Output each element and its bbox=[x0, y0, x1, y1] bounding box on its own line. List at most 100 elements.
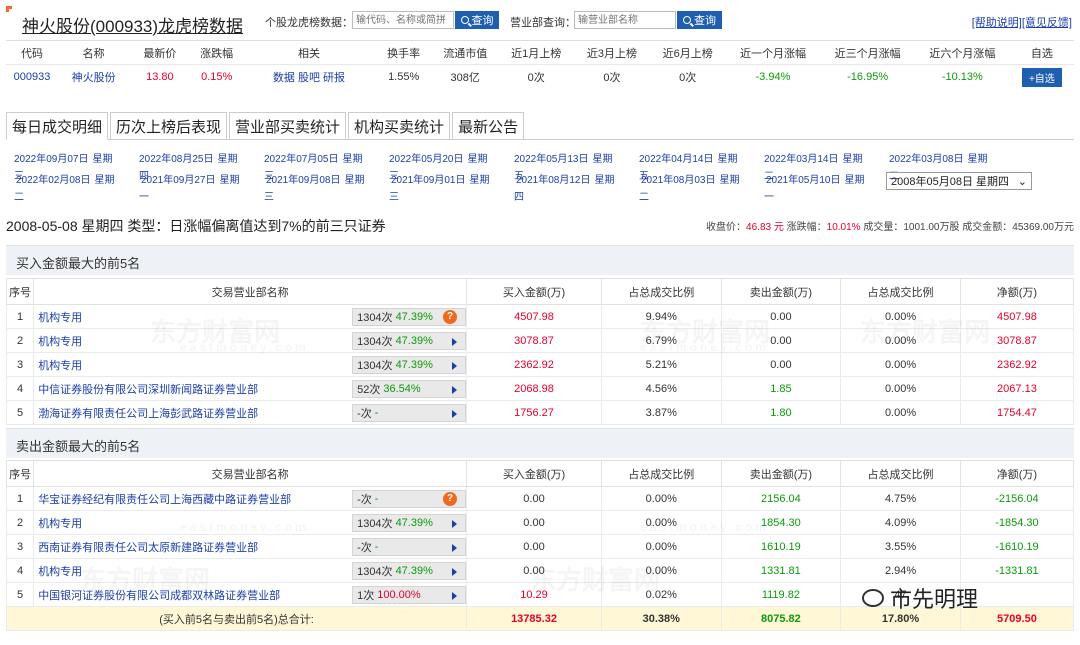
dept-name-link[interactable]: 机构专用 bbox=[38, 563, 82, 579]
dept-history-toggle[interactable]: 1304次 47.39% bbox=[352, 561, 467, 580]
arrow-right-icon bbox=[452, 409, 458, 418]
stock-code[interactable]: 000933 bbox=[6, 71, 58, 83]
related-report-link[interactable]: 研报 bbox=[323, 72, 345, 84]
dept-count: 1304次 bbox=[357, 311, 393, 324]
net-amount: 2362.92 bbox=[959, 352, 1075, 377]
date-link[interactable]: 2021年05月10日 星期 bbox=[766, 175, 865, 187]
dept-stats: 1304次 47.39% bbox=[352, 513, 467, 532]
date-link-weekday: 星期 bbox=[217, 154, 238, 165]
date-link[interactable]: 2022年02月08日 星期 bbox=[16, 175, 115, 187]
sell-section-title: 卖出金额最大的前5名 bbox=[6, 428, 1074, 458]
dept-cell: 西南证券有限责任公司太原新建路证券营业部 -次 - bbox=[33, 534, 468, 559]
related-guba-link[interactable]: 股吧 bbox=[298, 72, 320, 84]
related-data-link[interactable]: 数据 bbox=[273, 72, 295, 84]
dept-name-link[interactable]: 机构专用 bbox=[38, 357, 82, 373]
buy-ratio: 5.21% bbox=[600, 352, 722, 377]
date-link[interactable]: 2022年03月14日 星期 bbox=[764, 154, 863, 166]
dept-rise-rate: - bbox=[374, 540, 379, 553]
dept-history-toggle[interactable]: -次 -? bbox=[352, 489, 467, 508]
date-link[interactable]: 2022年09月07日 星期 bbox=[14, 154, 113, 166]
dept-name-link[interactable]: 中信证券股份有限公司深圳新闻路证券营业部 bbox=[38, 381, 258, 397]
tab-4[interactable]: 最新公告 bbox=[452, 112, 525, 139]
dept-name-link[interactable]: 中国银河证券股份有限公司成都双林路证券营业部 bbox=[38, 587, 280, 603]
row-index: 2 bbox=[5, 510, 35, 535]
table-row: 3 西南证券有限责任公司太原新建路证券营业部 -次 -0.00 0.00% 1610.19… bbox=[5, 534, 1075, 559]
dept-name-link[interactable]: 华宝证券经纪有限责任公司上海西藏中路证券营业部 bbox=[38, 491, 291, 507]
table-row: 2 机构专用 1304次 47.39% 3078.87 6.79% 0.00 0.00% 307… bbox=[5, 328, 1075, 353]
total-buy-ratio: 30.38% bbox=[600, 606, 722, 631]
table-row: 1 机构专用 1304次 47.39%? 4507.98 9.94% 0.00 0.00% 45… bbox=[5, 304, 1075, 329]
stock-info-col-header: 近三个月涨幅 bbox=[834, 47, 901, 60]
column-header: 净额(万) bbox=[959, 278, 1075, 305]
dept-history-toggle[interactable]: 1次 100.00% bbox=[352, 585, 467, 604]
dept-stats: -次 - bbox=[352, 537, 467, 556]
dept-history-toggle[interactable]: 1304次 47.39% bbox=[352, 355, 467, 374]
table-row: 1 华宝证券经纪有限责任公司上海西藏中路证券营业部 -次 -? 0.00 0.00% 215… bbox=[5, 486, 1075, 511]
date-link-weekday: 星期 bbox=[594, 175, 615, 186]
date-link-wrap: 二 bbox=[639, 192, 649, 203]
wechat-icon bbox=[862, 589, 884, 607]
brand-corner-icon bbox=[6, 6, 12, 12]
date-link[interactable]: 2021年09月27日 星期 bbox=[141, 175, 240, 187]
date-select-value: 2008年05月08日 星期四 bbox=[891, 176, 1009, 188]
sell-amount: 0.00 bbox=[720, 304, 842, 329]
dept-stats: -次 -? bbox=[352, 489, 467, 508]
dept-cell: 渤海证券有限责任公司上海彭武路证券营业部 -次 - bbox=[33, 400, 468, 425]
stock-search-input[interactable] bbox=[352, 11, 454, 29]
add-watchlist-button[interactable]: +自选 bbox=[1021, 67, 1062, 87]
dept-history-toggle[interactable]: 1304次 47.39% bbox=[352, 513, 467, 532]
net-amount: -1854.30 bbox=[959, 510, 1075, 535]
help-icon[interactable]: ? bbox=[443, 491, 458, 506]
buy-ratio: 3.87% bbox=[600, 400, 722, 425]
tab-0[interactable]: 每日成交明细 bbox=[6, 112, 109, 140]
date-link[interactable]: 2022年03月08日 星期 bbox=[889, 154, 988, 166]
dept-name-link[interactable]: 机构专用 bbox=[38, 333, 82, 349]
dept-query-button[interactable]: 查询 bbox=[677, 11, 722, 29]
date-link-wrap: 二 bbox=[14, 192, 24, 203]
sell-amount: 1119.82 bbox=[720, 582, 842, 607]
date-link[interactable]: 2021年08月03日 星期 bbox=[641, 175, 740, 187]
dept-name-link[interactable]: 机构专用 bbox=[38, 309, 82, 325]
date-link[interactable]: 2021年09月08日 星期 bbox=[266, 175, 365, 187]
date-link[interactable]: 2022年04月14日 星期 bbox=[639, 154, 738, 166]
dept-count: 1304次 bbox=[357, 565, 393, 578]
date-link[interactable]: 2022年05月20日 星期 bbox=[389, 154, 488, 166]
date-link-weekday: 星期 bbox=[719, 175, 740, 186]
date-select[interactable]: 2008年05月08日 星期四 ⌄ bbox=[886, 172, 1032, 190]
dept-name-link[interactable]: 机构专用 bbox=[38, 515, 82, 531]
date-link[interactable]: 2021年09月01日 星期 bbox=[391, 175, 490, 187]
dept-history-toggle[interactable]: 1304次 47.39%? bbox=[352, 307, 467, 326]
dept-cell-wrap: 机构专用 1304次 47.39% bbox=[38, 331, 467, 350]
dept-search-input[interactable] bbox=[574, 11, 676, 29]
tab-2[interactable]: 营业部买卖统计 bbox=[229, 112, 347, 139]
date-link[interactable]: 2022年07月05日 星期 bbox=[264, 154, 363, 166]
tab-1[interactable]: 历次上榜后表现 bbox=[110, 112, 228, 139]
date-link[interactable]: 2022年05月13日 星期 bbox=[514, 154, 613, 166]
dept-stats: 1次 100.00% bbox=[352, 585, 467, 604]
page-title[interactable]: 神火股份(000933)龙虎榜数据 bbox=[22, 12, 243, 37]
dept-history-toggle[interactable]: 52次 36.54% bbox=[352, 379, 467, 398]
date-link[interactable]: 2021年08月12日 星期 bbox=[516, 175, 615, 187]
feedback-link[interactable]: [意见反馈] bbox=[1022, 17, 1072, 29]
help-link[interactable]: [帮助说明] bbox=[972, 17, 1022, 29]
date-link-date: 2022年02月08日 bbox=[16, 175, 91, 186]
dept-cell: 机构专用 1304次 47.39% bbox=[33, 558, 468, 583]
stock-query-button[interactable]: 查询 bbox=[455, 11, 499, 29]
dept-name-link[interactable]: 西南证券有限责任公司太原新建路证券营业部 bbox=[38, 539, 258, 555]
tab-3[interactable]: 机构买卖统计 bbox=[348, 112, 451, 139]
dept-history-toggle[interactable]: 1304次 47.39% bbox=[352, 331, 467, 350]
date-link[interactable]: 2022年08月25日 星期 bbox=[139, 154, 238, 166]
sell-ratio: 0.00% bbox=[840, 328, 961, 353]
dept-count: 1304次 bbox=[357, 335, 393, 348]
dept-name-link[interactable]: 渤海证券有限责任公司上海彭武路证券营业部 bbox=[38, 405, 258, 421]
dept-query-label: 查询 bbox=[694, 15, 716, 27]
buy-ratio: 0.00% bbox=[600, 486, 722, 511]
stock-name[interactable]: 神火股份 bbox=[58, 69, 129, 85]
dept-history-toggle[interactable]: -次 - bbox=[352, 403, 467, 422]
sell-ratio: 0.00% bbox=[840, 376, 961, 401]
help-icon[interactable]: ? bbox=[443, 309, 458, 324]
dept-history-toggle[interactable]: -次 - bbox=[352, 537, 467, 556]
chg-label: 涨跌幅： bbox=[786, 222, 827, 233]
dept-cell-wrap: 西南证券有限责任公司太原新建路证券营业部 -次 - bbox=[38, 537, 467, 556]
sell-ratio: 4.75% bbox=[840, 486, 961, 511]
